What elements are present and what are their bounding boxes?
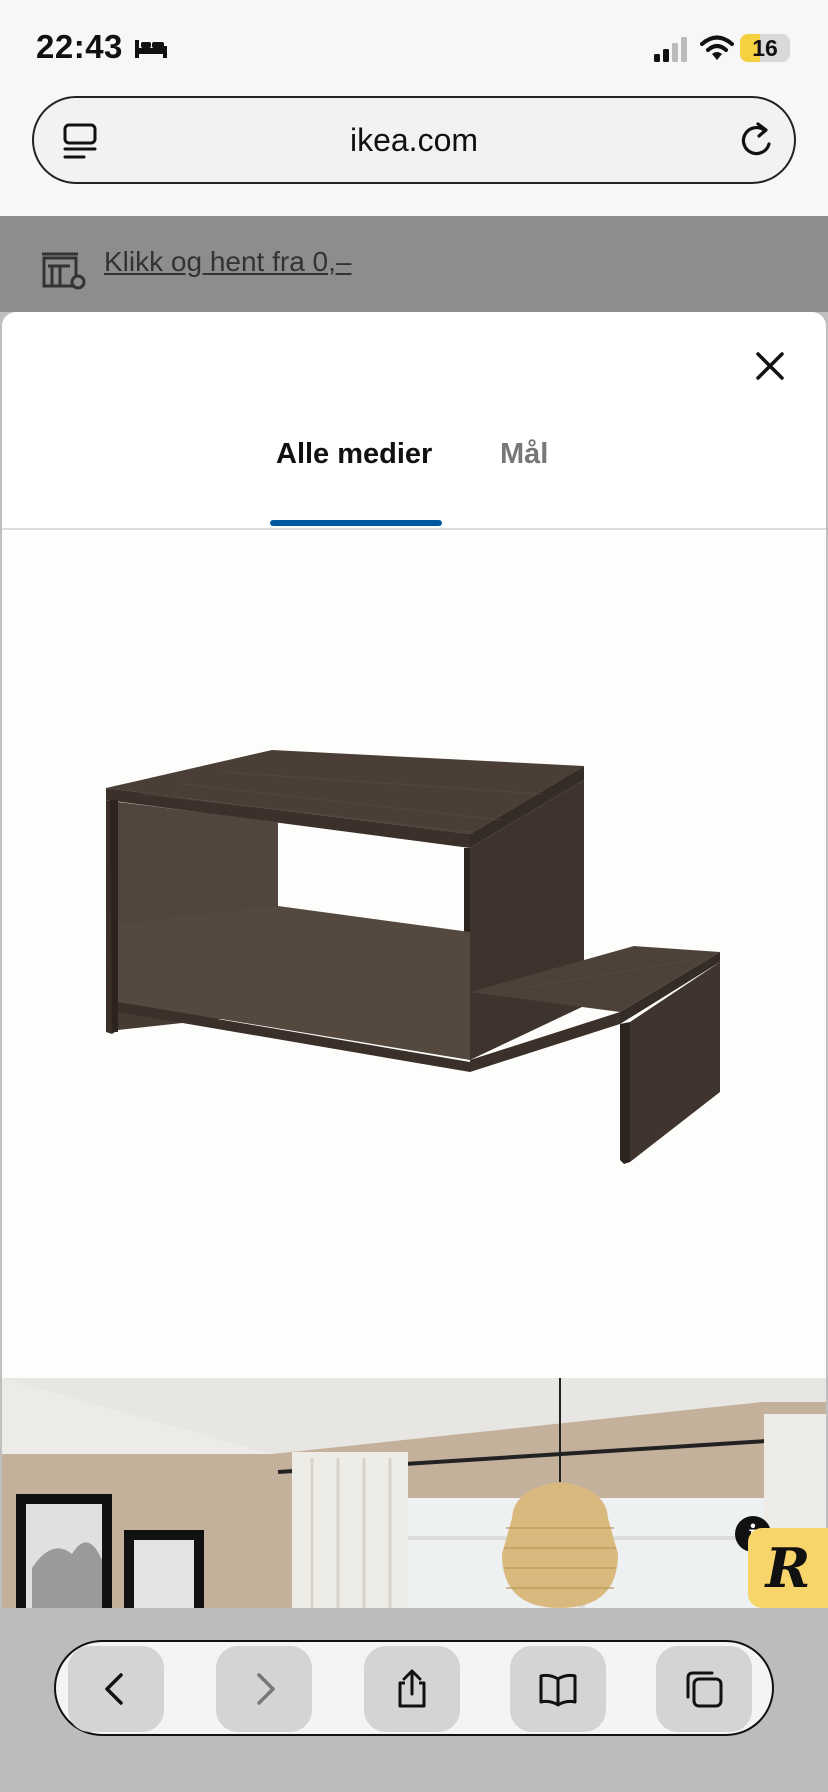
share-icon: [398, 1669, 426, 1708]
browser-toolbar-area: [0, 1608, 828, 1792]
back-button[interactable]: [68, 1646, 164, 1732]
page-background: Klikk og hent fra 0,–: [0, 216, 828, 312]
media-modal: Alle medier Mål: [2, 312, 826, 1608]
url-text[interactable]: ikea.com: [34, 98, 794, 182]
store-icon: [42, 252, 86, 290]
close-icon[interactable]: [750, 346, 790, 386]
product-image-coffee-table[interactable]: [2, 532, 826, 1378]
book-icon: [539, 1673, 577, 1707]
url-area: ikea.com: [0, 90, 828, 216]
tab-dimensions[interactable]: Mål: [500, 438, 548, 471]
status-time: 22:43: [36, 28, 123, 65]
url-bar[interactable]: ikea.com: [32, 96, 796, 184]
battery-icon: 16: [740, 34, 790, 62]
bookmarks-button[interactable]: [510, 1646, 606, 1732]
tab-all-media[interactable]: Alle medier: [276, 438, 432, 471]
battery-level: 16: [752, 35, 778, 61]
reload-icon[interactable]: [738, 120, 776, 160]
tabs-button[interactable]: [656, 1646, 752, 1732]
room-image-living-room[interactable]: [2, 1378, 826, 1608]
coffee-table-illustration: [106, 750, 720, 1164]
room-illustration: [2, 1378, 826, 1608]
promo-link[interactable]: Klikk og hent fra 0,–: [104, 246, 351, 278]
r-logo-icon[interactable]: R: [748, 1528, 828, 1608]
tabs-overview-icon: [686, 1671, 723, 1708]
share-button[interactable]: [364, 1646, 460, 1732]
signal-icon: [654, 37, 687, 62]
active-tab-indicator: [270, 520, 442, 526]
chevron-left-icon: [105, 1673, 123, 1705]
media-tabs: Alle medier Mål: [2, 412, 826, 530]
chevron-right-icon: [257, 1673, 275, 1705]
browser-toolbar: [54, 1640, 774, 1736]
wifi-icon: [700, 35, 734, 60]
forward-button[interactable]: [216, 1646, 312, 1732]
status-bar: 22:43 16: [0, 0, 828, 90]
bed-icon: [135, 40, 167, 58]
